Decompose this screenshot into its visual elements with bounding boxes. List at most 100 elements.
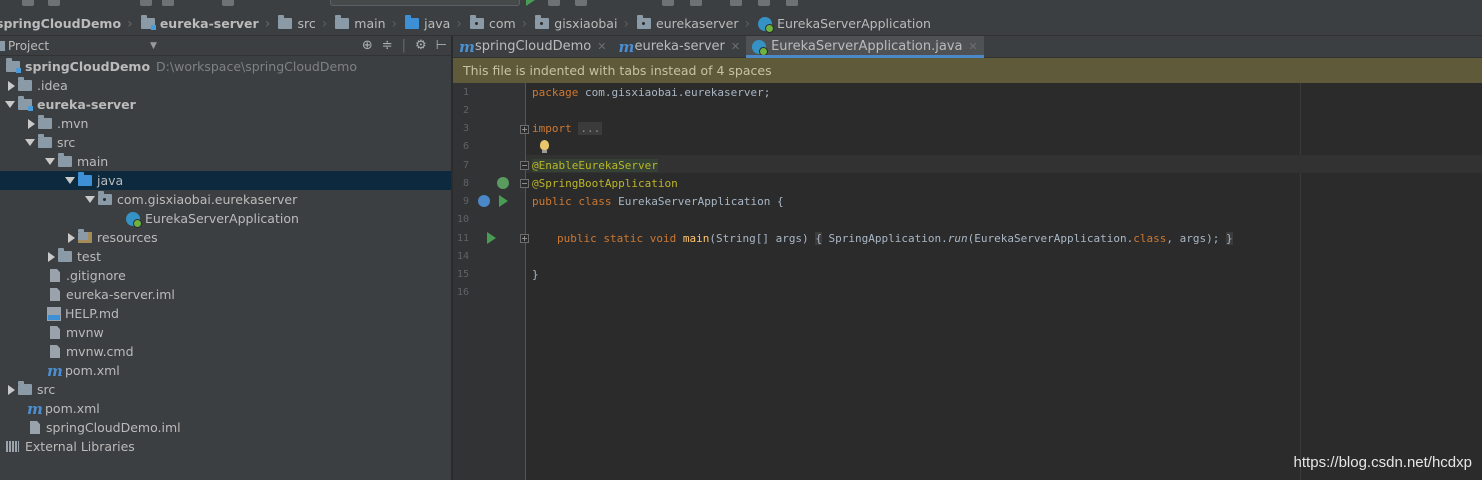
- toolbar-icon[interactable]: [786, 0, 798, 6]
- tab-eureka-server-pom[interactable]: m eureka-server ✕: [612, 36, 746, 57]
- run-main-icon[interactable]: [487, 232, 496, 244]
- spring-boot-class-icon: [758, 16, 775, 33]
- expand-fold-icon[interactable]: [520, 125, 529, 134]
- tree-item-springclouddemo-iml[interactable]: springCloudDemo.iml: [0, 418, 451, 437]
- chevron-right-icon: ›: [127, 15, 133, 32]
- watermark: https://blog.csdn.net/hcdxp: [1293, 454, 1472, 471]
- collapse-arrow-icon[interactable]: [62, 177, 78, 184]
- collapse-arrow-icon[interactable]: [42, 158, 58, 165]
- tree-item-mvn[interactable]: .mvn: [0, 114, 451, 133]
- tree-item-pom-xml[interactable]: m pom.xml: [0, 361, 451, 380]
- tree-item-resources[interactable]: resources: [0, 228, 451, 247]
- tree-item-src[interactable]: src: [0, 133, 451, 152]
- chevron-right-icon: ›: [623, 15, 630, 32]
- collapse-arrow-icon[interactable]: [2, 101, 18, 108]
- tree-item-test[interactable]: test: [0, 247, 451, 266]
- breadcrumb-gisxiaobai[interactable]: gisxiaobai ›: [535, 12, 639, 35]
- tree-item-gitignore[interactable]: .gitignore: [0, 266, 451, 285]
- line-number: 9: [462, 196, 469, 207]
- keyword-token: import: [532, 122, 572, 135]
- tree-item-mvnw-cmd[interactable]: mvnw.cmd: [0, 342, 451, 361]
- breadcrumb-eurekaserverapplication[interactable]: EurekaServerApplication: [758, 12, 935, 35]
- close-icon[interactable]: ✕: [731, 40, 740, 53]
- tree-item-label: .mvn: [57, 116, 89, 131]
- tree-item-label: pom.xml: [65, 363, 120, 378]
- file-icon: [50, 345, 60, 358]
- expand-arrow-icon[interactable]: [22, 118, 38, 129]
- method-name-token: main: [682, 232, 710, 245]
- close-icon[interactable]: ✕: [597, 40, 606, 53]
- gear-icon[interactable]: ⚙: [415, 38, 427, 54]
- tree-item-package[interactable]: com.gisxiaobai.eurekaserver: [0, 190, 451, 209]
- folded-brace[interactable]: {: [815, 232, 822, 245]
- breadcrumb-springclouddemo[interactable]: springCloudDemo ›: [0, 12, 143, 35]
- breadcrumb-com[interactable]: com ›: [469, 12, 537, 35]
- chevron-down-icon[interactable]: ▼: [150, 41, 157, 51]
- breadcrumb-main[interactable]: main ›: [335, 12, 407, 35]
- expand-arrow-icon[interactable]: [2, 384, 18, 395]
- tree-item-springclouddemo[interactable]: springCloudDemo D:\workspace\springCloud…: [0, 57, 451, 76]
- toolbar-icon[interactable]: [690, 0, 702, 6]
- expand-arrow-icon[interactable]: [42, 251, 58, 262]
- collapse-fold-icon[interactable]: [520, 179, 529, 188]
- tree-item-external-libraries[interactable]: External Libraries: [0, 437, 451, 456]
- tree-item-mvnw[interactable]: mvnw: [0, 323, 451, 342]
- code-line-3: import ...: [532, 122, 603, 135]
- breadcrumb-label: eurekaserver: [656, 16, 739, 31]
- toolbar-icon[interactable]: [662, 0, 674, 6]
- gutter-divider: [525, 83, 526, 480]
- collapse-all-icon[interactable]: ≑: [382, 38, 393, 54]
- bean-navigation-icon[interactable]: [497, 177, 509, 189]
- collapse-arrow-icon[interactable]: [22, 139, 38, 146]
- tree-item-idea[interactable]: .idea: [0, 76, 451, 95]
- tree-item-main[interactable]: main: [0, 152, 451, 171]
- project-view-selector[interactable]: Project: [8, 39, 49, 53]
- toolbar-icon[interactable]: [22, 0, 34, 6]
- collapse-arrow-icon[interactable]: [82, 196, 98, 203]
- tree-item-help-md[interactable]: HELP.md: [0, 304, 451, 323]
- toolbar-icon[interactable]: [548, 0, 560, 6]
- tree-item-java[interactable]: java: [0, 171, 451, 190]
- toolbar-icon[interactable]: [575, 0, 587, 6]
- run-configuration-select[interactable]: [330, 0, 520, 6]
- tree-item-src-root[interactable]: src: [0, 380, 451, 399]
- tab-springclouddemo-pom[interactable]: m springCloudDemo ✕: [453, 36, 612, 57]
- source-folder-icon: [78, 172, 92, 186]
- toolbar-icon[interactable]: [730, 0, 742, 6]
- expand-arrow-icon[interactable]: [2, 80, 18, 91]
- tab-eurekaserverapplication[interactable]: EurekaServerApplication.java ✕: [746, 36, 984, 58]
- code-editor[interactable]: 1 2 3 6 7 8 9 10 11 14 15 16 package com…: [453, 83, 1482, 480]
- toolbar-icon[interactable]: [222, 0, 234, 6]
- breadcrumb-src[interactable]: src ›: [278, 12, 337, 35]
- toolbar-icon[interactable]: [140, 0, 152, 6]
- close-icon[interactable]: ✕: [969, 40, 978, 53]
- folded-imports[interactable]: ...: [578, 122, 603, 135]
- run-icon[interactable]: [526, 0, 535, 6]
- code-line-1: package com.gisxiaobai.eurekaserver;: [532, 86, 770, 99]
- breadcrumb-label: main: [354, 16, 386, 31]
- spring-bean-icon[interactable]: [478, 195, 490, 207]
- tab-label: springCloudDemo: [475, 39, 592, 54]
- breadcrumb-eureka-server[interactable]: eureka-server ›: [140, 12, 281, 35]
- toolbar-icon[interactable]: [162, 0, 174, 6]
- tree-item-label: src: [57, 135, 76, 150]
- tree-item-pom-xml-root[interactable]: m pom.xml: [0, 399, 451, 418]
- tree-item-eurekaserverapplication[interactable]: EurekaServerApplication: [0, 209, 451, 228]
- locate-file-icon[interactable]: ⊕: [362, 38, 373, 54]
- run-class-icon[interactable]: [499, 195, 508, 207]
- toolbar-icon[interactable]: [758, 0, 770, 6]
- folder-icon: [38, 134, 52, 148]
- lightbulb-icon[interactable]: [540, 140, 549, 153]
- toolbar-icon[interactable]: [48, 0, 60, 6]
- keyword-token: class: [1133, 232, 1167, 245]
- tree-item-eureka-server-iml[interactable]: eureka-server.iml: [0, 285, 451, 304]
- expand-fold-icon[interactable]: [520, 234, 529, 243]
- tree-item-eureka-server[interactable]: eureka-server: [0, 95, 451, 114]
- breadcrumb-eurekaserver[interactable]: eurekaserver ›: [637, 12, 760, 35]
- line-number: 1: [462, 87, 469, 98]
- hide-panel-icon[interactable]: ⊢: [436, 38, 447, 54]
- collapse-fold-icon[interactable]: [520, 161, 529, 170]
- folded-brace[interactable]: }: [1225, 232, 1233, 245]
- expand-arrow-icon[interactable]: [62, 232, 78, 243]
- breadcrumb-java[interactable]: java ›: [405, 12, 472, 35]
